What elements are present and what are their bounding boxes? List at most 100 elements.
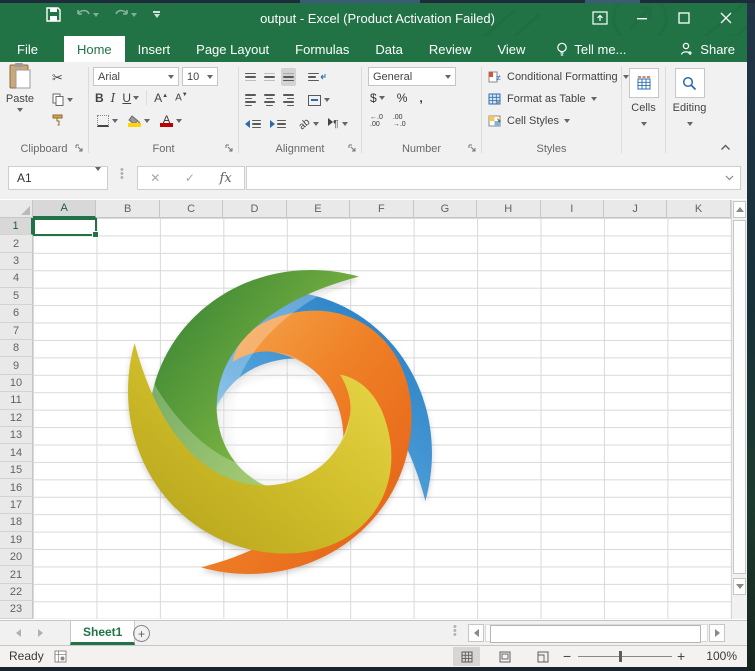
fill-handle[interactable] bbox=[92, 231, 99, 238]
row-header[interactable]: 20 bbox=[0, 549, 33, 566]
row-header[interactable]: 23 bbox=[0, 601, 33, 618]
decrease-decimal-button[interactable]: .00→.0 bbox=[393, 114, 406, 128]
conditional-formatting-button[interactable]: ≠ Conditional Formatting bbox=[488, 66, 629, 88]
cells-area[interactable] bbox=[33, 218, 731, 619]
tell-me-box[interactable]: Tell me... bbox=[546, 36, 636, 62]
ribbon-display-options-button[interactable] bbox=[583, 3, 617, 33]
merge-center-button[interactable] bbox=[306, 91, 332, 109]
page-layout-view-button[interactable] bbox=[491, 647, 518, 666]
horizontal-scrollbar[interactable] bbox=[468, 624, 725, 642]
tab-view[interactable]: View bbox=[484, 36, 538, 62]
share-button[interactable]: Share bbox=[674, 36, 741, 62]
column-header[interactable]: H bbox=[477, 200, 540, 218]
minimize-button[interactable] bbox=[625, 3, 659, 33]
row-header[interactable]: 11 bbox=[0, 392, 33, 409]
row-header[interactable]: 9 bbox=[0, 357, 33, 374]
bold-button[interactable]: B bbox=[95, 91, 104, 105]
tab-review[interactable]: Review bbox=[416, 36, 485, 62]
column-header[interactable]: I bbox=[541, 200, 604, 218]
row-header[interactable]: 10 bbox=[0, 375, 33, 392]
formula-input[interactable] bbox=[246, 166, 741, 190]
cell-styles-button[interactable]: Cell Styles bbox=[488, 110, 629, 132]
maximize-button[interactable] bbox=[667, 3, 701, 33]
top-align-button[interactable] bbox=[243, 68, 258, 86]
column-header[interactable]: G bbox=[414, 200, 477, 218]
row-header[interactable]: 21 bbox=[0, 566, 33, 583]
logo-image[interactable] bbox=[121, 264, 439, 580]
row-header[interactable]: 18 bbox=[0, 514, 33, 531]
zoom-level[interactable]: 100% bbox=[706, 649, 737, 663]
name-box[interactable]: A1 bbox=[8, 166, 108, 190]
row-header[interactable]: 8 bbox=[0, 340, 33, 357]
center-button[interactable] bbox=[262, 91, 277, 109]
percent-style-button[interactable]: % bbox=[397, 91, 408, 105]
orientation-button[interactable]: ab bbox=[297, 115, 321, 133]
column-header[interactable]: A bbox=[33, 200, 96, 218]
font-family-select[interactable]: Arial bbox=[93, 67, 179, 86]
format-as-table-button[interactable]: Format as Table bbox=[488, 88, 629, 110]
cancel-icon[interactable]: ✕ bbox=[150, 171, 160, 185]
increase-indent-button[interactable] bbox=[268, 115, 288, 133]
horizontal-scroll-thumb[interactable] bbox=[490, 625, 701, 643]
number-dialog-launcher[interactable] bbox=[468, 144, 477, 153]
name-box-dropdown[interactable] bbox=[95, 167, 101, 185]
save-icon[interactable] bbox=[46, 7, 61, 22]
selected-cell-a1[interactable] bbox=[33, 218, 97, 236]
formula-bar-grip[interactable]: ••• bbox=[120, 168, 124, 180]
number-format-select[interactable]: General bbox=[368, 67, 456, 86]
grow-font-button[interactable]: A▲ bbox=[154, 91, 168, 105]
row-header[interactable]: 4 bbox=[0, 270, 33, 287]
normal-view-button[interactable] bbox=[453, 647, 480, 666]
italic-button[interactable]: I bbox=[111, 91, 116, 105]
redo-button[interactable] bbox=[114, 8, 137, 21]
row-header[interactable]: 3 bbox=[0, 253, 33, 270]
shrink-font-button[interactable]: A▼ bbox=[175, 92, 188, 103]
prev-sheet-button[interactable] bbox=[16, 629, 21, 637]
clipboard-dialog-launcher[interactable] bbox=[75, 144, 84, 153]
format-painter-icon[interactable] bbox=[52, 113, 65, 126]
tab-page-layout[interactable]: Page Layout bbox=[183, 36, 282, 62]
increase-decimal-button[interactable]: ←.0.00 bbox=[370, 114, 383, 128]
row-header[interactable]: 16 bbox=[0, 479, 33, 496]
cells-button[interactable]: Cells bbox=[622, 62, 665, 126]
page-break-preview-button[interactable] bbox=[529, 647, 556, 666]
next-sheet-button[interactable] bbox=[38, 629, 43, 637]
tab-data[interactable]: Data bbox=[362, 36, 415, 62]
row-header[interactable]: 17 bbox=[0, 497, 33, 514]
scroll-up-button[interactable] bbox=[733, 201, 746, 218]
collapse-ribbon-icon[interactable] bbox=[720, 144, 731, 151]
text-direction-button[interactable]: ¶ bbox=[326, 115, 349, 133]
tabbar-grip[interactable]: ••• bbox=[453, 625, 457, 637]
borders-button[interactable] bbox=[97, 115, 118, 127]
column-header[interactable]: J bbox=[604, 200, 667, 218]
tab-formulas[interactable]: Formulas bbox=[282, 36, 362, 62]
scroll-right-button[interactable] bbox=[709, 624, 725, 642]
accounting-format-button[interactable]: $ bbox=[370, 91, 385, 105]
comma-style-button[interactable]: , bbox=[419, 91, 422, 105]
align-right-button[interactable] bbox=[281, 91, 296, 109]
zoom-in-button[interactable]: + bbox=[677, 648, 685, 664]
select-all-corner[interactable] bbox=[0, 200, 33, 218]
row-header[interactable]: 13 bbox=[0, 427, 33, 444]
scroll-left-button[interactable] bbox=[468, 624, 484, 642]
zoom-slider-thumb[interactable] bbox=[619, 651, 622, 662]
paste-dropdown[interactable] bbox=[17, 108, 23, 112]
column-header[interactable]: B bbox=[96, 200, 159, 218]
customize-qat-button[interactable] bbox=[152, 11, 160, 18]
scroll-down-button[interactable] bbox=[733, 578, 746, 595]
fill-color-button[interactable] bbox=[128, 115, 150, 127]
new-sheet-button[interactable]: + bbox=[133, 625, 150, 642]
close-button[interactable] bbox=[709, 3, 743, 33]
tab-file[interactable]: File bbox=[0, 36, 55, 62]
paste-button[interactable]: Paste bbox=[0, 62, 40, 142]
enter-icon[interactable]: ✓ bbox=[185, 171, 195, 185]
middle-align-button[interactable] bbox=[262, 68, 277, 86]
column-header[interactable]: D bbox=[223, 200, 286, 218]
row-header[interactable]: 7 bbox=[0, 323, 33, 340]
macro-record-icon[interactable] bbox=[54, 650, 67, 663]
bottom-align-button[interactable] bbox=[281, 68, 296, 86]
insert-function-icon[interactable]: fx bbox=[220, 171, 232, 186]
editing-button[interactable]: Editing bbox=[666, 62, 713, 126]
copy-button[interactable] bbox=[52, 93, 73, 106]
zoom-out-button[interactable]: − bbox=[563, 648, 571, 664]
